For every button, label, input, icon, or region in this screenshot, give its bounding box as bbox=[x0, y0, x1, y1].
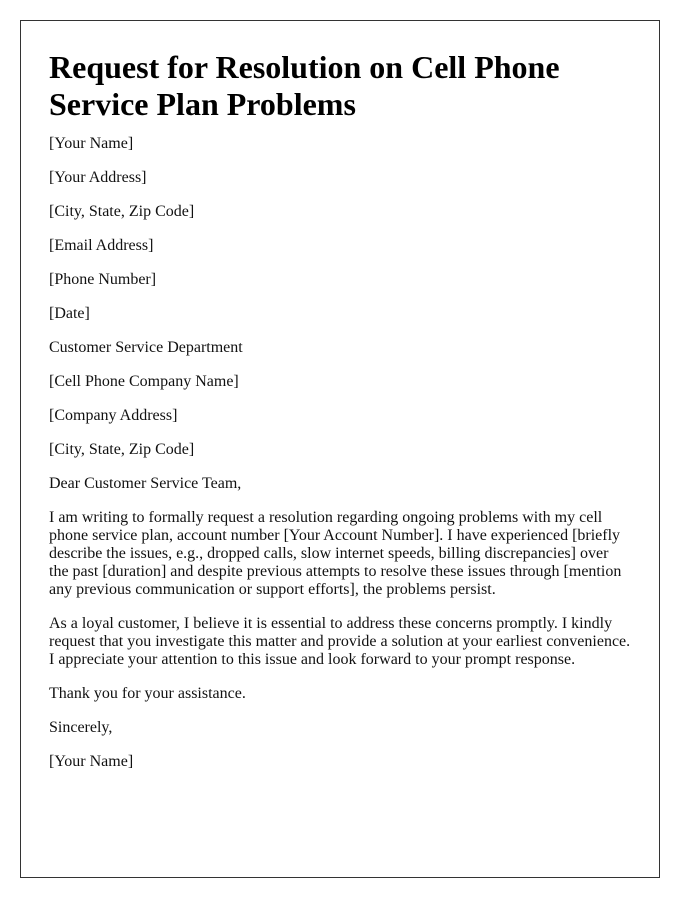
closing: Sincerely, bbox=[49, 719, 113, 736]
signature: [Your Name] bbox=[49, 753, 134, 770]
sender-phone: [Phone Number] bbox=[49, 271, 157, 288]
sender-address: [Your Address] bbox=[49, 169, 147, 186]
letter-title: Request for Resolution on Cell Phone Ser… bbox=[49, 49, 560, 122]
sender-city-state-zip: [City, State, Zip Code] bbox=[49, 203, 195, 220]
recipient-department: Customer Service Department bbox=[49, 339, 243, 356]
letter-date: [Date] bbox=[49, 305, 90, 322]
recipient-company: [Cell Phone Company Name] bbox=[49, 373, 239, 390]
salutation: Dear Customer Service Team, bbox=[49, 475, 242, 492]
sender-email: [Email Address] bbox=[49, 237, 154, 254]
sender-name: [Your Name] bbox=[49, 135, 134, 152]
body-paragraph: Thank you for your assistance. bbox=[49, 685, 246, 702]
body-paragraph: I am writing to formally request a resol… bbox=[49, 509, 622, 598]
body-paragraph: As a loyal customer, I believe it is ess… bbox=[49, 615, 631, 668]
letter-container: Request for Resolution on Cell Phone Ser… bbox=[20, 20, 660, 878]
recipient-address: [Company Address] bbox=[49, 407, 178, 424]
recipient-city-state-zip: [City, State, Zip Code] bbox=[49, 441, 195, 458]
